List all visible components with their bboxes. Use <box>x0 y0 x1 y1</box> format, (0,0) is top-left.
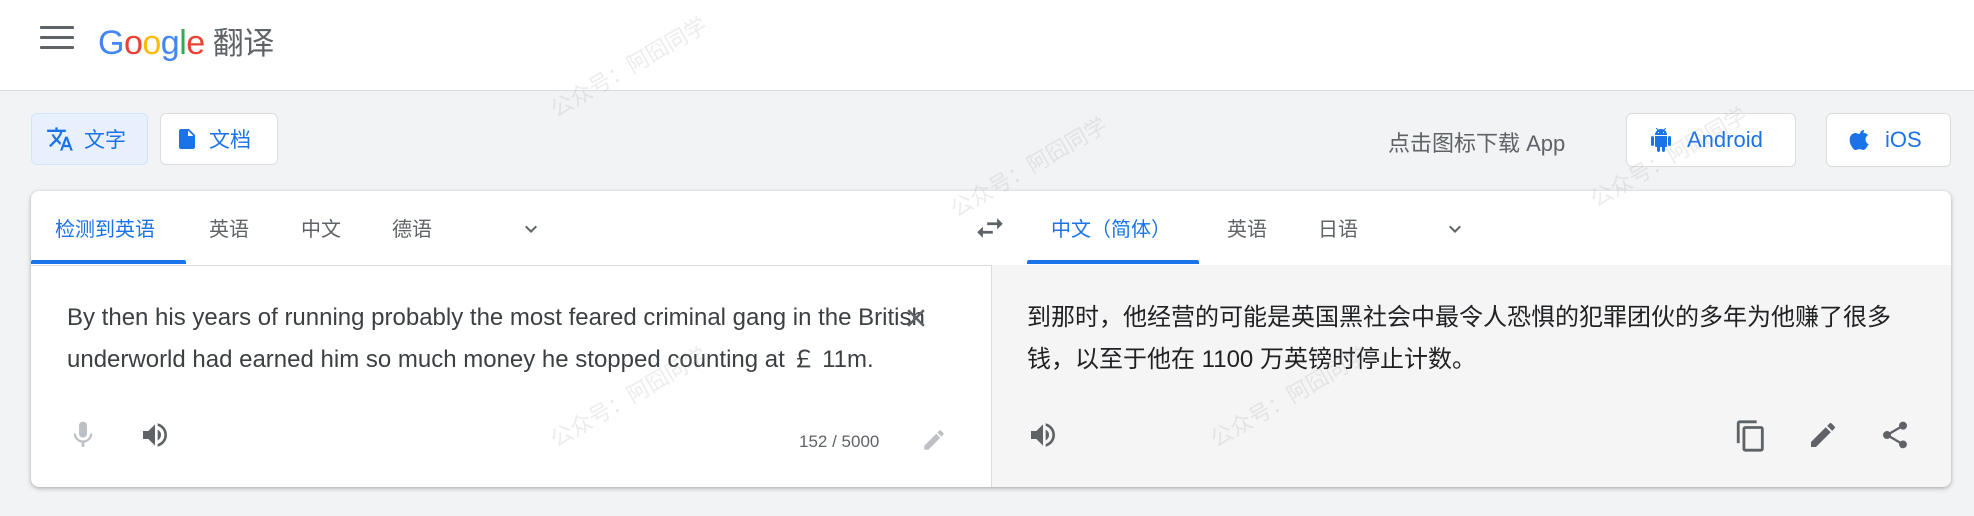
character-counter: 152 / 5000 <box>799 432 880 451</box>
translated-text: 到那时，他经营的可能是英国黑社会中最令人恐惧的犯罪团伙的多年为他赚了很多钱，以至… <box>1027 304 1891 373</box>
edit-translation-pencil-icon[interactable] <box>1807 419 1839 451</box>
ios-download-button[interactable]: iOS <box>1826 113 1951 167</box>
download-prompt: 点击图标下载 App <box>1388 131 1566 156</box>
product-name: 翻译 <box>212 26 275 61</box>
language-bar: 检测到英语 英语 中文 德语 中文（简体） 英语 日语 <box>31 191 1951 266</box>
target-more-languages-chevron-down-icon[interactable] <box>1441 217 1469 241</box>
source-listen-speaker-icon[interactable] <box>139 419 171 451</box>
source-edit-pencil-icon[interactable] <box>921 427 947 453</box>
source-text-area[interactable]: By then his years of running probably th… <box>67 297 937 381</box>
ios-label: iOS <box>1885 127 1922 152</box>
hamburger-menu-icon[interactable] <box>40 26 74 54</box>
google-translate-logo[interactable]: Google 翻译 <box>98 18 274 63</box>
target-listen-speaker-icon[interactable] <box>1027 419 1059 451</box>
source-tab-german[interactable]: 德语 <box>392 213 432 242</box>
target-tab-chinese-simplified[interactable]: 中文（简体） <box>1051 213 1171 242</box>
copy-translation-icon[interactable] <box>1734 419 1768 453</box>
top-bar: Google 翻译 <box>0 0 1974 91</box>
clear-text-close-icon[interactable] <box>901 303 931 333</box>
target-active-underline <box>1027 260 1199 264</box>
source-tab-chinese[interactable]: 中文 <box>301 213 341 242</box>
swap-languages-icon[interactable] <box>973 211 1007 245</box>
document-mode-label: 文档 <box>209 129 251 152</box>
android-label: Android <box>1687 127 1763 152</box>
microphone-icon[interactable] <box>67 419 99 451</box>
target-tab-english[interactable]: 英语 <box>1227 213 1267 242</box>
source-more-languages-chevron-down-icon[interactable] <box>517 217 545 241</box>
apple-icon <box>1849 129 1869 151</box>
android-icon <box>1651 128 1671 152</box>
document-mode-button[interactable]: 文档 <box>160 113 278 165</box>
android-download-button[interactable]: Android <box>1626 113 1796 167</box>
text-mode-button[interactable]: 文字 <box>31 113 148 165</box>
source-active-underline <box>31 260 186 264</box>
share-icon[interactable] <box>1879 419 1911 451</box>
target-tab-japanese[interactable]: 日语 <box>1318 213 1358 242</box>
source-tab-detected-english[interactable]: 检测到英语 <box>55 213 155 242</box>
document-icon <box>179 129 195 149</box>
translate-icon <box>47 127 73 151</box>
translation-card: 检测到英语 英语 中文 德语 中文（简体） 英语 日语 By then his … <box>31 191 1951 487</box>
text-mode-label: 文字 <box>84 129 126 152</box>
source-tab-english[interactable]: 英语 <box>209 213 249 242</box>
